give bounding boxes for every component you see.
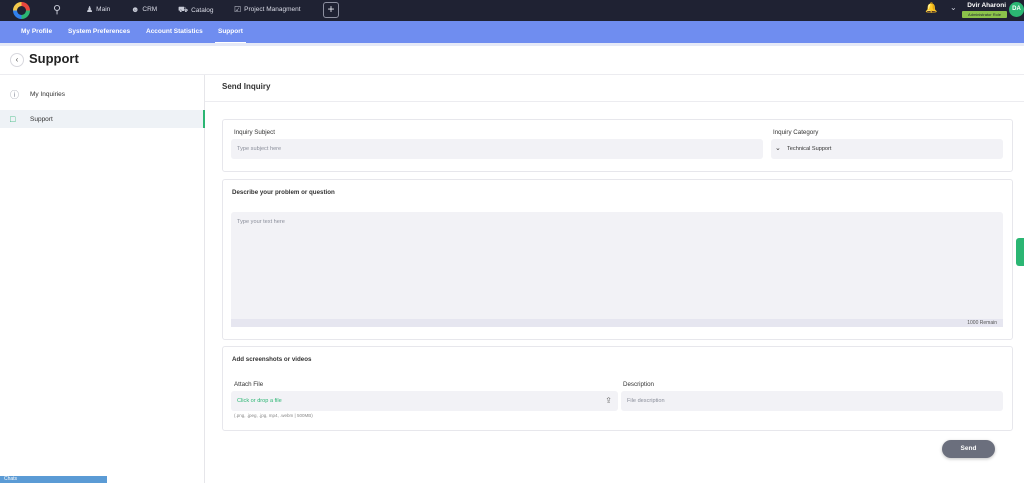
sidebar-item-label: Support xyxy=(30,115,53,123)
role-badge: Administrator Role xyxy=(962,11,1007,18)
user-name[interactable]: Dvir Aharoni xyxy=(946,2,1006,9)
truck-icon: ⛟ xyxy=(178,5,189,14)
describe-label: Describe your problem or question xyxy=(232,189,335,196)
subject-card: Inquiry Subject Type subject here Inquir… xyxy=(222,119,1013,172)
tab-system-preferences[interactable]: System Preferences xyxy=(68,28,130,35)
people-icon: ☻ xyxy=(131,5,140,14)
add-button[interactable]: + xyxy=(323,2,339,18)
category-label: Inquiry Category xyxy=(773,129,819,136)
chats-button[interactable]: Chats xyxy=(0,476,107,483)
app-logo[interactable] xyxy=(13,2,30,19)
subnav-divider xyxy=(0,43,1024,46)
sidebar-item-label: My Inquiries xyxy=(30,90,66,98)
file-upload-dropzone[interactable]: Click or drop a file ⇪ xyxy=(231,391,618,411)
sidebar-item-my-inquiries[interactable]: ⓘ My Inquiries xyxy=(0,85,205,103)
search-icon[interactable]: ⚲ xyxy=(53,3,61,16)
tab-my-profile[interactable]: My Profile xyxy=(21,28,52,35)
tab-account-statistics[interactable]: Account Statistics xyxy=(146,28,203,35)
file-description-input[interactable]: File description xyxy=(621,391,1003,411)
sidebar: ⓘ My Inquiries □ Support xyxy=(0,75,205,483)
section-divider xyxy=(205,101,1024,102)
attachments-card: Add screenshots or videos Attach File Cl… xyxy=(222,346,1013,431)
topnav-main[interactable]: ♟ Main xyxy=(86,5,110,14)
topnav-project-management[interactable]: ☑ Project Managment xyxy=(234,5,301,14)
textarea-placeholder: Type your text here xyxy=(237,219,285,225)
subject-label: Inquiry Subject xyxy=(234,129,275,136)
top-bar: ⚲ ♟ Main ☻ CRM ⛟ Catalog ☑ Project Manag… xyxy=(0,0,1024,21)
bell-icon[interactable]: 🔔 xyxy=(925,3,937,14)
user-icon: ♟ xyxy=(86,5,94,14)
upload-link[interactable]: Click or drop a file xyxy=(237,398,282,404)
profile-subnav: My Profile System Preferences Account St… xyxy=(0,21,1024,44)
topnav-crm-label: CRM xyxy=(142,6,158,13)
attach-label: Attach File xyxy=(234,381,264,388)
question-circle-icon: ⓘ xyxy=(10,89,20,100)
media-label: Add screenshots or videos xyxy=(232,356,312,363)
section-title: Send Inquiry xyxy=(222,82,271,91)
upload-icon: ⇪ xyxy=(605,396,612,405)
attach-hint: (.png, .jpeg, .jpg, mp4, .webm | 500MB) xyxy=(234,413,313,418)
tab-support[interactable]: Support xyxy=(215,28,246,44)
category-value: Technical Support xyxy=(787,146,832,152)
topnav-main-label: Main xyxy=(96,6,111,13)
feedback-side-tab[interactable] xyxy=(1016,238,1024,266)
sidebar-item-support[interactable]: □ Support xyxy=(0,110,205,128)
chat-bubble-icon: □ xyxy=(10,114,16,124)
topnav-catalog-label: Catalog xyxy=(191,6,214,14)
desc-label: Description xyxy=(623,381,654,388)
page-title: Support xyxy=(29,51,79,66)
topnav-crm[interactable]: ☻ CRM xyxy=(131,5,157,14)
send-button[interactable]: Send xyxy=(942,440,995,458)
avatar[interactable]: DA xyxy=(1009,2,1024,17)
description-textarea[interactable]: Type your text here 1000 Remain xyxy=(231,212,1003,327)
back-button[interactable]: ‹ xyxy=(10,53,24,67)
chevron-down-icon: ⌄ xyxy=(775,145,781,152)
topnav-catalog[interactable]: ⛟ Catalog xyxy=(178,5,213,15)
subject-input[interactable]: Type subject here xyxy=(231,139,763,159)
description-card: Describe your problem or question Type y… xyxy=(222,179,1013,340)
category-select[interactable]: ⌄ Technical Support xyxy=(771,139,1003,159)
topnav-project-label: Project Managment xyxy=(244,6,301,13)
checkbox-icon: ☑ xyxy=(234,5,242,14)
char-counter: 1000 Remain xyxy=(231,319,1003,327)
